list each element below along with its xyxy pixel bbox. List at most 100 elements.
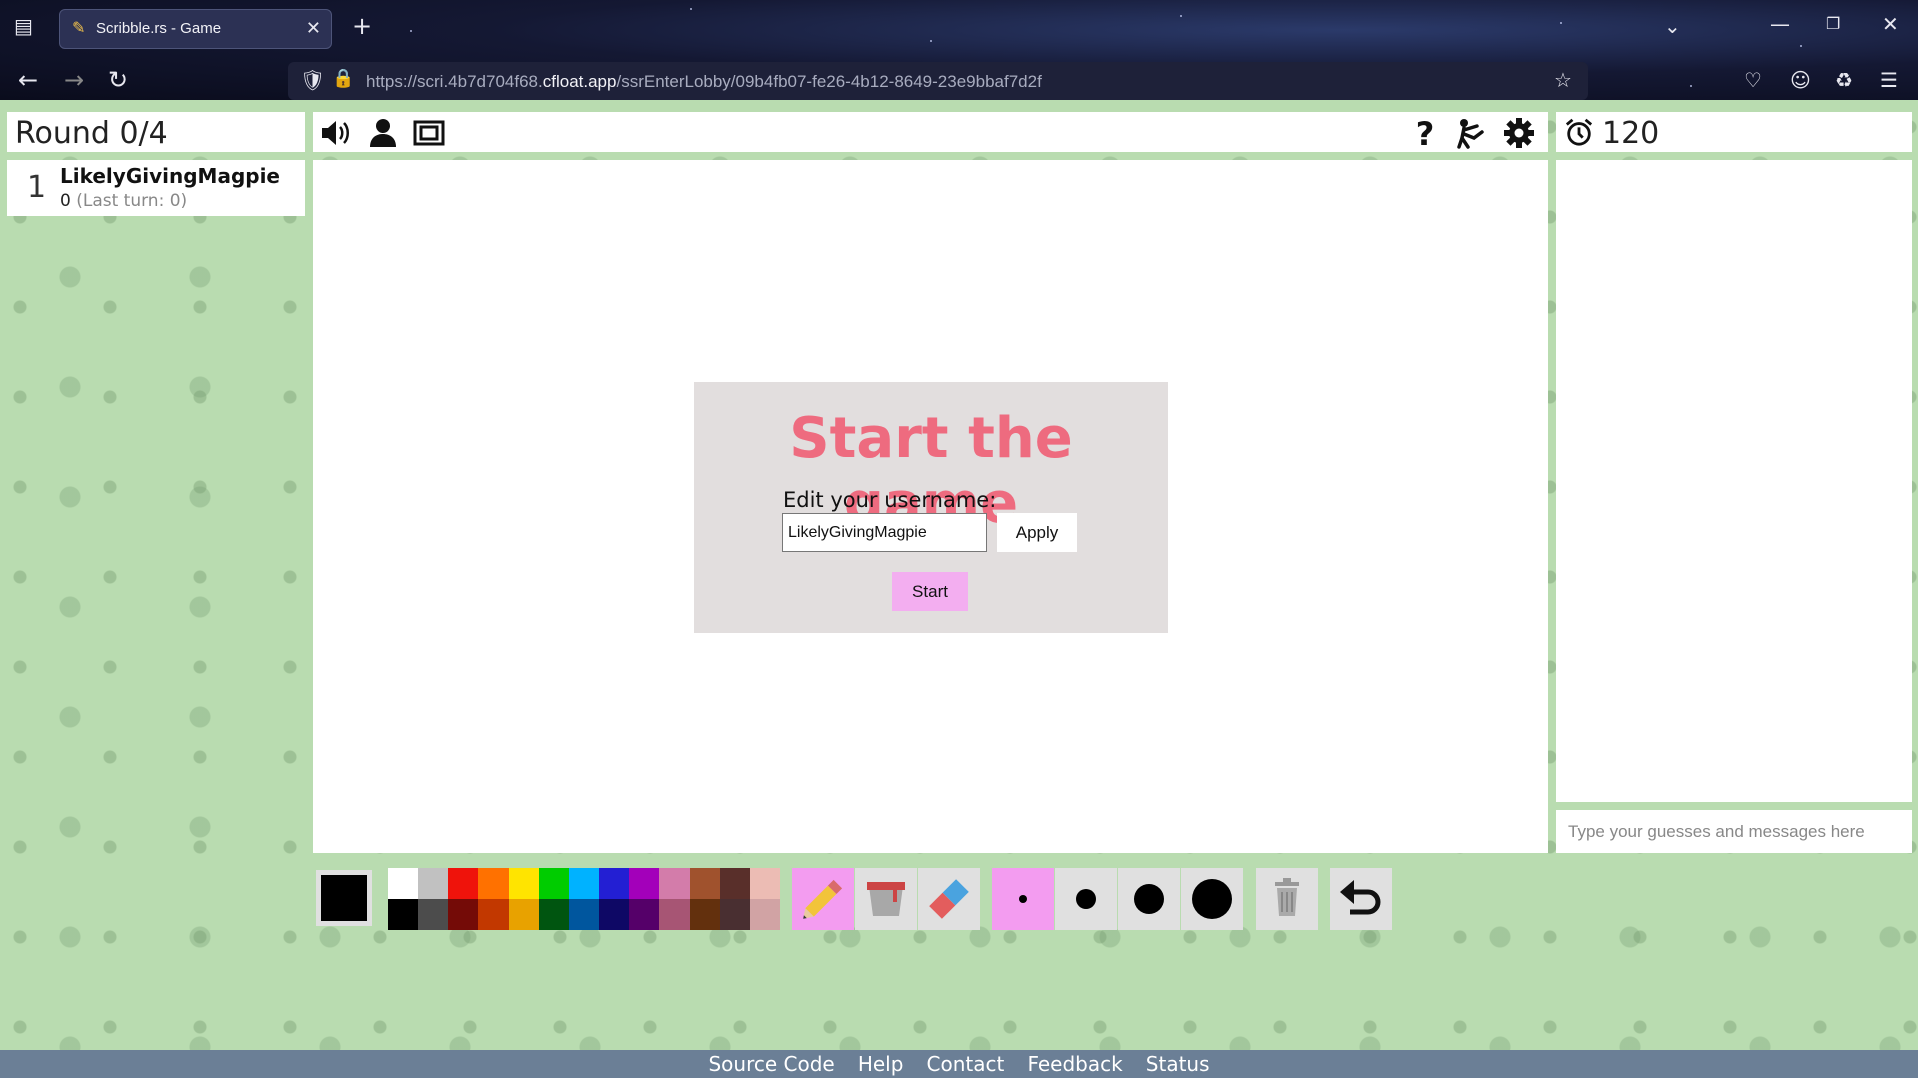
pocket-icon[interactable]: ♡ [1744,70,1762,90]
color-swatch-bottom-13[interactable] [749,899,780,930]
start-button[interactable]: Start [892,572,968,611]
footer-link-feedback[interactable]: Feedback [1027,1052,1122,1076]
kick-icon[interactable] [1455,117,1487,149]
undo-button[interactable] [1330,868,1392,930]
edit-username-label: Edit your username: [783,488,997,512]
round-indicator: Round 0/4 [7,112,305,152]
start-game-dialog: Start the game Edit your username: Apply… [694,382,1168,633]
eraser-tool-button[interactable] [918,868,980,930]
color-swatch-top-3[interactable] [448,868,479,899]
player-list-item: 1 LikelyGivingMagpie 0 (Last turn: 0) [7,160,305,216]
reload-icon[interactable]: ↻ [108,68,128,92]
size-xlarge-dot-icon [1192,879,1232,919]
pencil-tool-button[interactable] [792,868,854,930]
footer-link-contact[interactable]: Contact [927,1052,1005,1076]
size-medium-button[interactable] [1055,868,1117,930]
color-swatch-top-7[interactable] [568,868,600,899]
player-score-line: 0 (Last turn: 0) [60,191,187,211]
back-icon[interactable]: ← [18,68,38,92]
color-swatch-top-13[interactable] [749,868,780,899]
new-tab-icon[interactable]: + [352,14,372,38]
browser-chrome: ▤ ✎ Scribble.rs - Game ✕ + ⌄ — ❐ ✕ ← → ↻… [0,0,1918,100]
sound-icon[interactable] [319,117,351,149]
minimize-icon[interactable]: — [1770,14,1790,34]
player-rank: 1 [27,170,47,205]
player-name: LikelyGivingMagpie [60,164,280,188]
settings-gear-icon[interactable] [1503,117,1535,149]
color-swatch-top-4[interactable] [478,868,509,899]
pencil-favicon-icon: ✎ [72,18,86,37]
player-icon[interactable] [367,117,399,149]
alarm-clock-icon [1565,118,1593,146]
browser-tab[interactable]: ✎ Scribble.rs - Game ✕ [59,9,332,49]
player-last-turn: (Last turn: 0) [76,191,188,211]
tab-title: Scribble.rs - Game [96,20,222,37]
color-swatch-bottom-2[interactable] [418,899,449,930]
menu-icon[interactable]: ☰ [1880,70,1898,90]
clear-canvas-button[interactable] [1256,868,1318,930]
bookmark-star-icon[interactable]: ☆ [1554,70,1572,90]
footer-link-help[interactable]: Help [858,1052,904,1076]
current-color-indicator [316,870,372,926]
game-toolbar: ? [313,112,1548,152]
current-color-swatch [321,875,367,921]
forward-icon[interactable]: → [64,68,84,92]
fill-bucket-tool-button[interactable] [855,868,917,930]
eraser-icon [929,879,969,919]
size-medium-dot-icon [1076,889,1096,909]
round-text: Round 0/4 [15,116,168,151]
shield-icon[interactable]: 🛡 [300,70,325,90]
tab-list-chevron-icon[interactable]: ⌄ [1664,16,1681,36]
chat-messages [1556,160,1912,802]
undo-icon [1340,880,1381,915]
svg-text:?: ? [1416,117,1435,149]
lock-icon[interactable]: 🔒 [332,70,354,88]
color-swatch-top-2[interactable] [418,868,449,899]
player-score: 0 [60,191,71,211]
chat-input[interactable] [1556,810,1912,853]
timer: 120 [1556,112,1912,152]
size-small-button[interactable] [992,868,1054,930]
color-swatch-bottom-10[interactable] [659,899,690,930]
tab-overview-icon[interactable]: ▤ [14,16,33,36]
color-swatch-bottom-3[interactable] [448,899,479,930]
username-input[interactable] [782,513,987,552]
size-small-dot-icon [1019,895,1027,903]
size-large-button[interactable] [1118,868,1180,930]
footer-link-status[interactable]: Status [1146,1052,1210,1076]
help-icon[interactable]: ? [1409,117,1441,149]
timer-value: 120 [1602,116,1660,151]
color-swatch-bottom-4[interactable] [478,899,509,930]
color-swatch-top-5[interactable] [508,868,539,899]
color-swatch-top-10[interactable] [659,868,690,899]
color-swatch-top-8[interactable] [599,868,630,899]
address-bar[interactable]: 🛡 🔒 https://scri.4b7d704f68.cfloat.app/s… [288,62,1588,100]
extensions-icon[interactable]: ♻ [1835,70,1853,90]
pencil-icon [803,879,843,919]
fullscreen-icon[interactable] [413,117,445,149]
close-tab-icon[interactable]: ✕ [306,18,321,39]
color-swatch-top-9[interactable] [629,868,660,899]
footer: Source Code Help Contact Feedback Status [0,1050,1918,1078]
trash-icon [1275,878,1299,916]
close-window-icon[interactable]: ✕ [1882,14,1899,34]
color-swatch-bottom-7[interactable] [568,899,600,930]
color-swatch-top-11[interactable] [689,868,720,899]
color-swatch-bottom-5[interactable] [508,899,539,930]
color-swatch-bottom-12[interactable] [719,899,750,930]
account-icon[interactable]: ☺ [1790,70,1811,90]
restore-icon[interactable]: ❐ [1826,16,1840,32]
color-swatch-bottom-1[interactable] [388,899,419,930]
color-swatch-bottom-8[interactable] [599,899,630,930]
color-palette [388,868,780,930]
color-swatch-top-1[interactable] [388,868,419,899]
color-swatch-bottom-6[interactable] [538,899,569,930]
apply-button[interactable]: Apply [997,513,1077,552]
url-text: https://scri.4b7d704f68.cfloat.app/ssrEn… [366,72,1042,91]
color-swatch-bottom-11[interactable] [689,899,720,930]
footer-link-source-code[interactable]: Source Code [708,1052,834,1076]
size-xlarge-button[interactable] [1181,868,1243,930]
color-swatch-top-12[interactable] [719,868,750,899]
color-swatch-top-6[interactable] [538,868,569,899]
color-swatch-bottom-9[interactable] [629,899,660,930]
